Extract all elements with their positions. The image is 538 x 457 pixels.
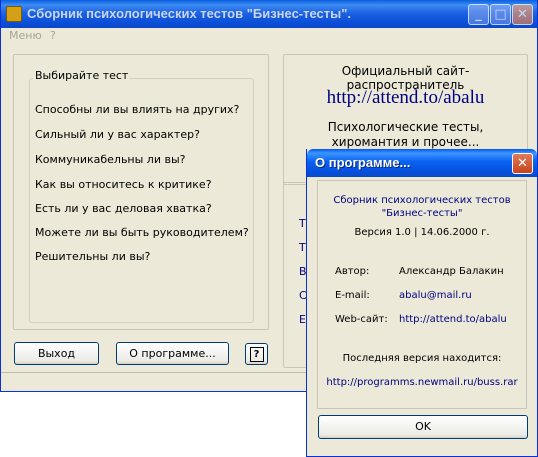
dialog-author-value: Александр Балакин xyxy=(399,266,504,277)
app-icon xyxy=(6,6,22,22)
exit-button[interactable]: Выход xyxy=(14,342,99,365)
dialog-author-label: Автор: xyxy=(335,266,370,277)
site-desc-line1: Психологические тесты, xyxy=(327,120,484,134)
dialog-latest-link[interactable]: http://programms.newmail.ru/buss.rar xyxy=(317,377,527,388)
about-dialog: О программе... ✕ Сборник психологических… xyxy=(306,149,538,457)
site-url-link[interactable]: http://attend.to/abalu xyxy=(283,87,528,109)
dialog-email-label: E-mail: xyxy=(335,290,370,301)
window-title: Сборник психологических тестов "Бизнес-т… xyxy=(27,6,352,21)
help-button[interactable]: ? xyxy=(245,343,268,365)
test-item-leader[interactable]: Можете ли вы быть руководителем? xyxy=(35,226,249,239)
close-button[interactable]: ✕ xyxy=(512,4,533,25)
help-icon: ? xyxy=(249,347,264,362)
dialog-latest-label: Последняя версия находится: xyxy=(342,353,502,364)
dialog-email-link[interactable]: abalu@mail.ru xyxy=(399,290,472,301)
info-link-2[interactable]: Т xyxy=(299,241,306,254)
dialog-titlebar[interactable]: О программе... ✕ xyxy=(307,149,537,177)
menubar: Меню ? xyxy=(1,28,537,43)
main-titlebar[interactable]: Сборник психологических тестов "Бизнес-т… xyxy=(1,0,537,28)
dialog-close-button[interactable]: ✕ xyxy=(512,153,533,174)
dialog-site-link[interactable]: http://attend.to/abalu xyxy=(399,314,507,325)
test-item-influence[interactable]: Способны ли вы влиять на других? xyxy=(35,103,239,116)
about-button[interactable]: О программе... xyxy=(116,342,229,365)
maximize-button[interactable]: □ xyxy=(490,4,511,25)
menu-item-menu[interactable]: Меню xyxy=(9,29,42,42)
dialog-title: О программе... xyxy=(315,155,411,170)
test-item-criticism[interactable]: Как вы относитесь к критике? xyxy=(35,178,212,191)
test-item-character[interactable]: Сильный ли у вас характер? xyxy=(35,128,200,141)
test-item-communication[interactable]: Коммуникабельны ли вы? xyxy=(35,153,186,166)
site-description: Психологические тесты, хиромантия и проч… xyxy=(283,120,528,150)
minimize-button[interactable]: _ xyxy=(468,4,489,25)
info-link-5[interactable]: Е xyxy=(299,313,306,326)
site-desc-line2: хиромантия и прочее... xyxy=(331,135,480,149)
test-item-business[interactable]: Есть ли у вас деловая хватка? xyxy=(35,202,212,215)
dialog-app-name-line2: "Бизнес-тесты" xyxy=(381,208,463,219)
dialog-app-name-line1: Сборник психологических тестов xyxy=(333,195,511,206)
info-link-1[interactable]: Т xyxy=(299,217,306,230)
ok-button[interactable]: OK xyxy=(318,415,528,439)
dialog-version: Версия 1.0 | 14.06.2000 г. xyxy=(354,227,490,238)
dialog-site-label: Web-сайт: xyxy=(335,314,388,325)
tests-legend: Выбирайте тест xyxy=(33,69,131,82)
test-item-decisive[interactable]: Решительны ли вы? xyxy=(35,250,150,263)
menu-item-help[interactable]: ? xyxy=(50,29,56,42)
